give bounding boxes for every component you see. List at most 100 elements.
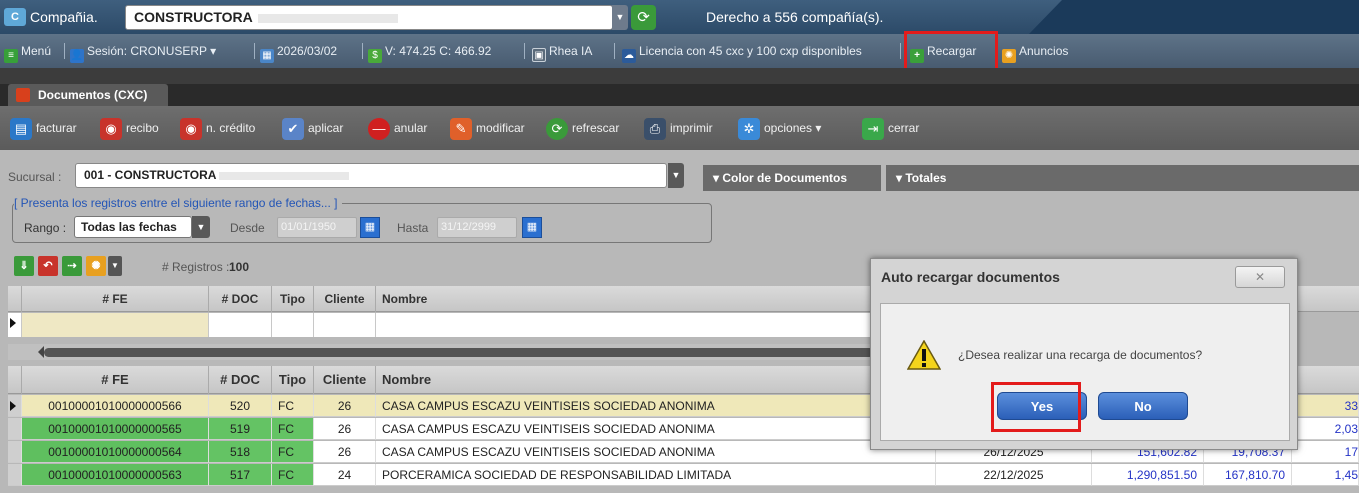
credit-note-icon: ◉ — [180, 117, 202, 140]
company-refresh-icon[interactable]: ⟳ — [631, 5, 656, 30]
anular-button[interactable]: — anular — [368, 116, 427, 140]
recibo-button[interactable]: ◉ recibo — [100, 116, 159, 140]
sucursal-select[interactable]: 001 - CONSTRUCTORA — [75, 163, 667, 188]
cell-fe[interactable]: 00100001010000000566 — [22, 395, 209, 417]
filter-cell-doc[interactable] — [209, 313, 272, 337]
cell-extra[interactable]: 17 — [1292, 441, 1359, 463]
cell-cliente[interactable]: 26 — [314, 441, 376, 463]
yes-highlight-box — [991, 382, 1081, 432]
row-header — [8, 418, 22, 440]
rango-dropdown-arrow[interactable]: ▼ — [192, 216, 210, 238]
date-label: 2026/03/02 — [277, 44, 338, 58]
ads-label: Anuncios — [1019, 44, 1069, 58]
opciones-button[interactable]: ✲ opciones ▾ — [738, 116, 821, 140]
desde-calendar-icon[interactable]: ▦ — [360, 217, 380, 238]
hasta-input[interactable]: 31/12/2999 — [437, 217, 517, 238]
filter-cell-nombre[interactable] — [376, 313, 888, 337]
cell-cliente[interactable]: 26 — [314, 395, 376, 417]
sucursal-dropdown-arrow[interactable]: ▼ — [668, 163, 684, 188]
cell-tipo[interactable]: FC — [272, 464, 314, 486]
menu-bar: ≡ Menú 👤 Sesión: CRONUSERP ▾ ▦ 2026/03/02 $… — [0, 34, 1359, 68]
receipt-icon: ◉ — [100, 117, 122, 140]
refrescar-button[interactable]: ⟳ refrescar — [546, 116, 619, 140]
document-tab-icon — [16, 88, 30, 102]
color-documentos-button[interactable]: ▾ Color de Documentos — [703, 165, 881, 191]
filter-cell-fe[interactable] — [22, 313, 209, 337]
header-cliente[interactable]: Cliente — [314, 286, 376, 312]
cell-impuesto[interactable]: 167,810.70 — [1204, 464, 1292, 486]
sucursal-label: Sucursal : — [8, 170, 62, 184]
cell-tipo[interactable]: FC — [272, 418, 314, 440]
license-button[interactable]: ☁ Licencia con 45 cxc y 100 cxp disponibl… — [622, 44, 862, 63]
header-doc[interactable]: # DOC — [209, 366, 272, 394]
user-icon: 👤 — [70, 49, 84, 63]
table-row[interactable]: 00100001010000000563 517 FC 24 PORCERAMI… — [8, 464, 1359, 486]
cell-nombre[interactable]: PORCERAMICA SOCIEDAD DE RESPONSABILIDAD … — [376, 464, 936, 486]
cell-cliente[interactable]: 24 — [314, 464, 376, 486]
cell-doc[interactable]: 519 — [209, 418, 272, 440]
ads-button[interactable]: ✺ Anuncios — [1002, 44, 1068, 63]
cell-nombre[interactable]: CASA CAMPUS ESCAZU VEINTISEIS SOCIEDAD A… — [376, 418, 936, 440]
cell-nombre[interactable]: CASA CAMPUS ESCAZU VEINTISEIS SOCIEDAD A… — [376, 395, 936, 417]
separator — [614, 43, 615, 59]
undo-icon[interactable]: ↶ — [38, 256, 58, 276]
horizontal-scrollbar[interactable] — [8, 344, 888, 360]
header-doc[interactable]: # DOC — [209, 286, 272, 312]
header-fe[interactable]: # FE — [22, 286, 209, 312]
settings-icon[interactable]: ✺ — [86, 256, 106, 276]
hasta-calendar-icon[interactable]: ▦ — [522, 217, 542, 238]
redacted-text — [219, 171, 350, 180]
imprimir-button[interactable]: ⎙ imprimir — [644, 116, 713, 140]
header-cliente[interactable]: Cliente — [314, 366, 376, 394]
header-tipo[interactable]: Tipo — [272, 366, 314, 394]
menu-button[interactable]: ≡ Menú — [4, 44, 51, 63]
cell-tipo[interactable]: FC — [272, 441, 314, 463]
scroll-thumb[interactable] — [44, 348, 874, 357]
facturar-button[interactable]: ▤ facturar — [10, 116, 77, 140]
export-icon[interactable]: ⇢ — [62, 256, 82, 276]
no-button[interactable]: No — [1098, 392, 1188, 420]
row-header-corner — [8, 286, 22, 312]
aplicar-button[interactable]: ✔ aplicar — [282, 116, 343, 140]
cell-doc[interactable]: 517 — [209, 464, 272, 486]
cerrar-button[interactable]: ⇥ cerrar — [862, 116, 919, 140]
cell-cliente[interactable]: 26 — [314, 418, 376, 440]
cell-fe[interactable]: 00100001010000000565 — [22, 418, 209, 440]
settings-dropdown-icon[interactable]: ▼ — [108, 256, 122, 276]
cell-tipo[interactable]: FC — [272, 395, 314, 417]
cell-monto[interactable]: 1,290,851.50 — [1092, 464, 1204, 486]
cell-nombre[interactable]: CASA CAMPUS ESCAZU VEINTISEIS SOCIEDAD A… — [376, 441, 936, 463]
desde-input[interactable]: 01/01/1950 — [277, 217, 357, 238]
session-dropdown[interactable]: 👤 Sesión: CRONUSERP ▾ — [70, 44, 216, 63]
date-button[interactable]: ▦ 2026/03/02 — [260, 44, 337, 63]
header-tipo[interactable]: Tipo — [272, 286, 314, 312]
redacted-text — [258, 13, 399, 23]
cell-extra[interactable]: 2,03 — [1292, 418, 1359, 440]
cell-extra[interactable]: 33 — [1292, 395, 1359, 417]
header-nombre[interactable]: Nombre — [376, 286, 896, 312]
tab-documentos-cxc[interactable]: Documentos (CXC) — [8, 84, 168, 106]
cell-doc[interactable]: 520 — [209, 395, 272, 417]
ai-button[interactable]: ▣ Rhea IA — [532, 44, 592, 62]
cell-fe[interactable]: 00100001010000000564 — [22, 441, 209, 463]
filter-cell-tipo[interactable] — [272, 313, 314, 337]
company-select[interactable]: CONSTRUCTORA — [125, 5, 613, 30]
nota-credito-button[interactable]: ◉ n. crédito — [180, 116, 255, 140]
cell-fecha[interactable]: 22/12/2025 — [936, 464, 1092, 486]
cell-fe[interactable]: 00100001010000000563 — [22, 464, 209, 486]
filter-row[interactable] — [8, 313, 888, 337]
row-header-corner — [8, 366, 22, 394]
menu-icon: ≡ — [4, 49, 18, 63]
rango-select[interactable]: Todas las fechas — [74, 216, 192, 238]
modificar-button[interactable]: ✎ modificar — [450, 116, 525, 140]
exchange-rate-button[interactable]: $ V: 474.25 C: 466.92 — [368, 44, 491, 63]
company-dropdown-arrow[interactable]: ▼ — [612, 5, 628, 30]
cell-extra[interactable]: 1,45 — [1292, 464, 1359, 486]
download-icon[interactable]: ⇓ — [14, 256, 34, 276]
cell-doc[interactable]: 518 — [209, 441, 272, 463]
totales-button[interactable]: ▾ Totales — [886, 165, 1359, 191]
pencil-icon: ✎ — [450, 117, 472, 140]
filter-cell-cliente[interactable] — [314, 313, 376, 337]
header-fe[interactable]: # FE — [22, 366, 209, 394]
dialog-close-button[interactable]: ✕ — [1235, 266, 1285, 288]
